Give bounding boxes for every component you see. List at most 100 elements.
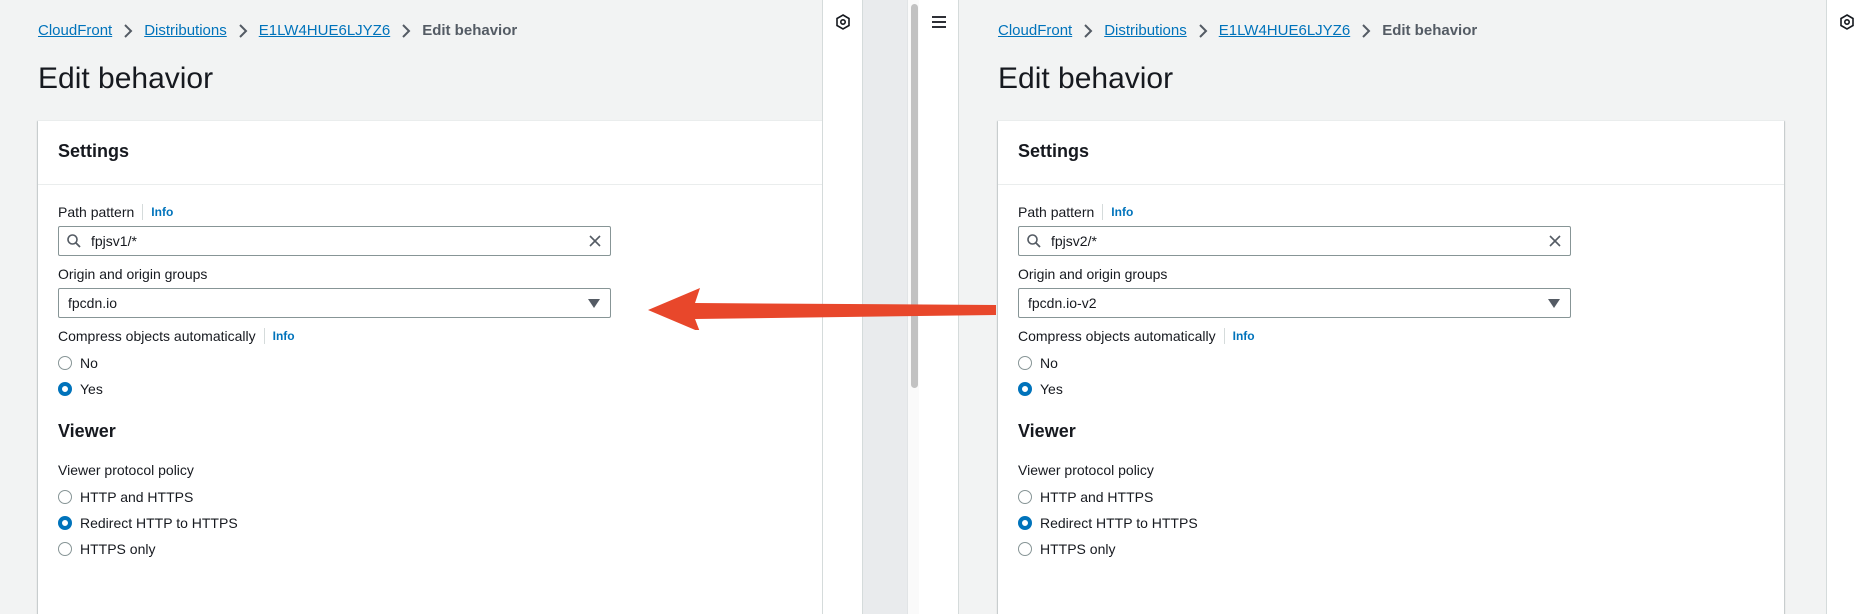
path-pattern-info-link[interactable]: Info [1111, 205, 1133, 219]
origin-label: Origin and origin groups [58, 266, 207, 282]
breadcrumb-distribution-link[interactable]: E1LW4HUE6LJYZ6 [1219, 22, 1350, 39]
caret-down-icon [588, 299, 600, 308]
compress-info-link[interactable]: Info [1233, 329, 1255, 343]
radio-button[interactable] [58, 490, 72, 504]
caret-down-icon [1548, 299, 1560, 308]
info-separator [1223, 328, 1225, 344]
compress-option-no[interactable]: No [58, 355, 98, 371]
search-icon [1027, 234, 1041, 248]
chevron-right-icon [239, 23, 248, 38]
path-pattern-label: Path pattern Info [1018, 204, 1133, 220]
radio-label: Redirect HTTP to HTTPS [80, 515, 238, 531]
breadcrumb-current: Edit behavior [1382, 22, 1478, 39]
viewer-option-http-https[interactable]: HTTP and HTTPS [1018, 489, 1153, 505]
tools-rail [1826, 0, 1866, 614]
radio-label: HTTPS only [1040, 541, 1116, 557]
radio-button[interactable] [1018, 542, 1032, 556]
clear-icon[interactable] [1548, 234, 1562, 248]
radio-button-selected[interactable] [1018, 516, 1032, 530]
chevron-right-icon [124, 23, 133, 38]
chevron-right-icon [1362, 23, 1371, 38]
path-pattern-input[interactable]: fpjsv1/* [58, 226, 611, 256]
origin-select-value: fpcdn.io-v2 [1028, 295, 1097, 311]
compress-label: Compress objects automatically Info [1018, 328, 1255, 344]
menu-icon[interactable] [931, 14, 947, 30]
viewer-protocol-label-text: Viewer protocol policy [58, 462, 194, 478]
compress-option-no[interactable]: No [1018, 355, 1058, 371]
radio-button[interactable] [58, 356, 72, 370]
breadcrumb-distributions-link[interactable]: Distributions [144, 22, 227, 39]
info-separator [1102, 204, 1104, 220]
origin-label-text: Origin and origin groups [58, 266, 208, 282]
origin-select-value: fpcdn.io [68, 295, 118, 311]
path-pattern-label-text: Path pattern [1018, 204, 1095, 220]
viewer-title: Viewer [1018, 421, 1076, 441]
settings-title: Settings [1018, 141, 1090, 161]
info-separator [142, 204, 144, 220]
clear-icon[interactable] [588, 234, 602, 248]
radio-label: No [1040, 355, 1058, 371]
viewer-protocol-label-text: Viewer protocol policy [1018, 462, 1154, 478]
viewer-option-https-only[interactable]: HTTPS only [1018, 541, 1115, 557]
viewer-title: Viewer [58, 421, 116, 441]
settings-panel-header: Settings [38, 121, 824, 185]
viewer-protocol-label: Viewer protocol policy [58, 462, 194, 478]
path-pattern-info-link[interactable]: Info [151, 205, 173, 219]
info-separator [263, 328, 265, 344]
settings-hex-icon[interactable] [835, 14, 851, 30]
breadcrumb: CloudFront Distributions E1LW4HUE6LJYZ6 … [38, 22, 517, 39]
compress-info-link[interactable]: Info [273, 329, 295, 343]
breadcrumb-cloudfront-link[interactable]: CloudFront [38, 22, 112, 39]
settings-title: Settings [58, 141, 130, 161]
path-pattern-input[interactable]: fpjsv2/* [1018, 226, 1571, 256]
radio-button[interactable] [58, 542, 72, 556]
compress-option-yes[interactable]: Yes [1018, 381, 1063, 397]
origin-label: Origin and origin groups [1018, 266, 1167, 282]
radio-button-selected[interactable] [1018, 382, 1032, 396]
settings-panel-header: Settings [998, 121, 1784, 185]
scrollbar-thumb[interactable] [911, 4, 918, 388]
path-pattern-label-text: Path pattern [58, 204, 135, 220]
breadcrumb-cloudfront-link[interactable]: CloudFront [998, 22, 1072, 39]
viewer-protocol-label: Viewer protocol policy [1018, 462, 1154, 478]
breadcrumb-distribution-link[interactable]: E1LW4HUE6LJYZ6 [259, 22, 390, 39]
compress-label-text: Compress objects automatically [1018, 328, 1216, 344]
chevron-right-icon [402, 23, 411, 38]
breadcrumb-distributions-link[interactable]: Distributions [1104, 22, 1187, 39]
radio-button-selected[interactable] [58, 382, 72, 396]
breadcrumb-current: Edit behavior [422, 22, 518, 39]
settings-panel: Settings Path pattern Info fpjsv2/* Orig… [998, 120, 1784, 614]
compress-option-yes[interactable]: Yes [58, 381, 103, 397]
radio-label: HTTPS only [80, 541, 156, 557]
radio-button-selected[interactable] [58, 516, 72, 530]
compress-label-text: Compress objects automatically [58, 328, 256, 344]
radio-button[interactable] [1018, 490, 1032, 504]
viewer-option-http-https[interactable]: HTTP and HTTPS [58, 489, 193, 505]
arrow-left-annotation [648, 288, 996, 330]
origin-label-text: Origin and origin groups [1018, 266, 1168, 282]
right-window: CloudFront Distributions E1LW4HUE6LJYZ6 … [919, 0, 1866, 614]
path-pattern-value: fpjsv2/* [1051, 233, 1097, 249]
viewer-option-redirect[interactable]: Redirect HTTP to HTTPS [1018, 515, 1198, 531]
path-pattern-label: Path pattern Info [58, 204, 173, 220]
path-pattern-value: fpjsv1/* [91, 233, 137, 249]
radio-label: HTTP and HTTPS [1040, 489, 1154, 505]
search-icon [67, 234, 81, 248]
breadcrumb: CloudFront Distributions E1LW4HUE6LJYZ6 … [998, 22, 1477, 39]
settings-hex-icon[interactable] [1839, 14, 1855, 30]
origin-select[interactable]: fpcdn.io [58, 288, 611, 318]
origin-select[interactable]: fpcdn.io-v2 [1018, 288, 1571, 318]
radio-label: No [80, 355, 98, 371]
radio-label: Yes [80, 381, 103, 397]
radio-label: HTTP and HTTPS [80, 489, 194, 505]
radio-button[interactable] [1018, 356, 1032, 370]
radio-label: Yes [1040, 381, 1063, 397]
viewer-option-redirect[interactable]: Redirect HTTP to HTTPS [58, 515, 238, 531]
radio-label: Redirect HTTP to HTTPS [1040, 515, 1198, 531]
chevron-right-icon [1084, 23, 1093, 38]
page-title: Edit behavior [38, 62, 214, 95]
viewer-option-https-only[interactable]: HTTPS only [58, 541, 155, 557]
page-title: Edit behavior [998, 62, 1174, 95]
chevron-right-icon [1199, 23, 1208, 38]
settings-panel: Settings Path pattern Info fpjsv1/* Orig… [38, 120, 824, 614]
